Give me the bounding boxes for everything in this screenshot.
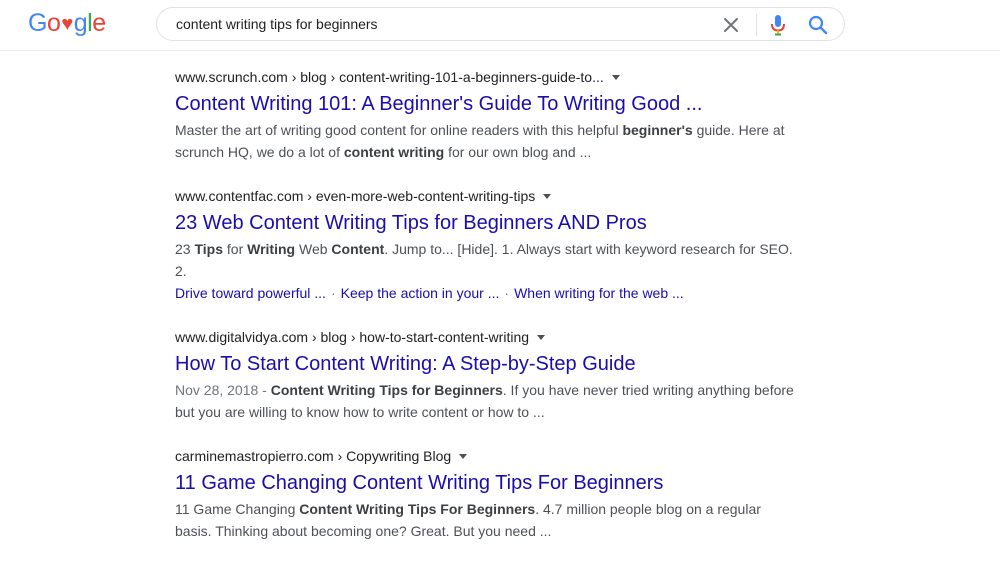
result-url[interactable]: www.scrunch.com › blog › content-writing…: [175, 68, 795, 86]
result-title-link[interactable]: 23 Web Content Writing Tips for Beginner…: [175, 210, 795, 236]
result-menu-caret-icon[interactable]: [611, 75, 620, 80]
logo-letter: e: [92, 9, 106, 37]
snippet-highlight: Writing: [247, 241, 296, 257]
logo-letter: g: [73, 9, 88, 37]
result-url[interactable]: www.contentfac.com › even-more-web-conte…: [175, 187, 795, 205]
search-results: www.scrunch.com › blog › content-writing…: [175, 68, 795, 566]
header-bar: Go♥gle: [0, 0, 1000, 51]
result-title-link[interactable]: How To Start Content Writing: A Step-by-…: [175, 351, 795, 377]
result-snippet: 23 Tips for Writing Web Content. Jump to…: [175, 238, 795, 282]
search-result: www.scrunch.com › blog › content-writing…: [175, 68, 795, 163]
sitelink-separator: ·: [330, 285, 336, 301]
result-url-text: www.contentfac.com › even-more-web-conte…: [175, 188, 536, 204]
snippet-highlight: Content Writing Tips For Beginners: [299, 501, 536, 517]
logo-letter: o: [46, 9, 61, 37]
search-box: [156, 7, 845, 41]
snippet-text: 11 Game Changing: [175, 501, 300, 517]
sitelink[interactable]: When writing for the web ...: [514, 285, 684, 301]
search-result: www.digitalvidya.com › blog › how-to-sta…: [175, 328, 795, 423]
search-result: carminemastropierro.com › Copywriting Bl…: [175, 447, 795, 542]
result-url-text: carminemastropierro.com › Copywriting Bl…: [175, 448, 452, 464]
sitelink[interactable]: Drive toward powerful ...: [175, 285, 326, 301]
result-snippet: Master the art of writing good content f…: [175, 119, 795, 163]
result-snippet: Nov 28, 2018 - Content Writing Tips for …: [175, 379, 795, 423]
sitelink-separator: ·: [504, 285, 510, 301]
result-title-link[interactable]: 11 Game Changing Content Writing Tips Fo…: [175, 470, 795, 496]
snippet-highlight: beginner's: [622, 122, 693, 138]
snippet-text: for: [223, 241, 248, 257]
result-sitelinks: Drive toward powerful ... · Keep the actio…: [175, 282, 795, 304]
snippet-highlight: Content: [331, 241, 385, 257]
snippet-text: Web: [295, 241, 332, 257]
search-icon: [808, 15, 828, 35]
result-url-text: www.digitalvidya.com › blog › how-to-sta…: [175, 329, 530, 345]
result-menu-caret-icon[interactable]: [543, 194, 552, 199]
snippet-text: 23: [175, 241, 195, 257]
search-result: www.contentfac.com › even-more-web-conte…: [175, 187, 795, 304]
search-input[interactable]: [176, 8, 716, 40]
result-title-link[interactable]: Content Writing 101: A Beginner's Guide …: [175, 91, 795, 117]
result-url-text: www.scrunch.com › blog › content-writing…: [175, 69, 604, 85]
heart-icon: ♥: [61, 13, 73, 35]
search-button[interactable]: [807, 14, 829, 36]
close-icon: [724, 18, 738, 32]
result-snippet: 11 Game Changing Content Writing Tips Fo…: [175, 498, 795, 542]
result-menu-caret-icon[interactable]: [537, 335, 546, 340]
snippet-highlight: Tips: [194, 241, 223, 257]
logo-letter: G: [28, 9, 47, 37]
result-menu-caret-icon[interactable]: [459, 454, 468, 459]
search-box-divider: [756, 14, 757, 36]
snippet-highlight: Content Writing Tips for Beginners: [270, 382, 503, 398]
snippet-highlight: content writing: [343, 144, 445, 160]
snippet-text: for our own blog and ...: [444, 144, 592, 160]
voice-search-button[interactable]: [767, 13, 789, 37]
sitelink[interactable]: Keep the action in your ...: [341, 285, 500, 301]
result-url[interactable]: carminemastropierro.com › Copywriting Bl…: [175, 447, 795, 465]
result-date: Nov 28, 2018 -: [175, 382, 271, 398]
snippet-text: Master the art of writing good content f…: [175, 122, 623, 138]
clear-search-button[interactable]: [720, 14, 742, 36]
result-url[interactable]: www.digitalvidya.com › blog › how-to-sta…: [175, 328, 795, 346]
google-logo[interactable]: Go♥gle: [28, 8, 106, 39]
microphone-icon: [771, 15, 785, 36]
